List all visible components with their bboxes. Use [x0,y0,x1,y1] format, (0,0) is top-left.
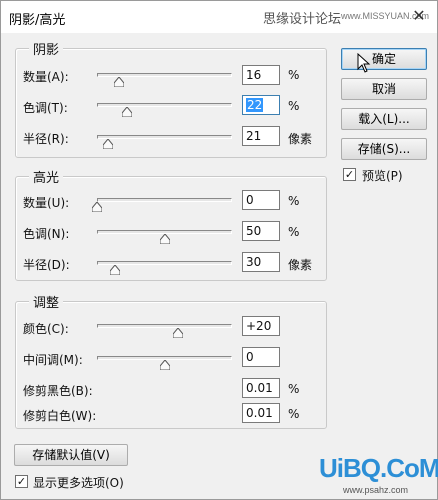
more-options-checkbox[interactable]: ✓ [15,475,28,488]
shadows-group-title: 阴影 [29,39,64,58]
highlights-amount-unit: % [288,194,300,208]
adjustments-group-title: 调整 [29,292,64,311]
black-clip-input[interactable]: 0.01 [242,378,280,398]
shadows-radius-label: 半径(R): [23,132,69,146]
shadows-amount-unit: % [288,68,300,82]
dialog-title: 阴影/高光 [9,13,66,28]
shadows-tone-label: 色调(T): [23,101,68,115]
color-slider[interactable] [97,324,232,328]
black-clip-unit: % [288,382,300,396]
cancel-button[interactable]: 取消 [341,78,427,100]
shadows-radius-unit: 像素 [288,132,313,146]
white-clip-label: 修剪白色(W): [23,409,97,423]
highlights-amount-slider-thumb[interactable] [92,202,102,212]
color-label: 颜色(C): [23,322,69,336]
highlights-radius-input[interactable]: 30 [242,252,280,272]
highlights-tone-input[interactable]: 50 [242,221,280,241]
shadows-highlights-dialog: 阴影/高光 思缘设计论坛 www.MISSYUAN.com ✕ 阴影 数量(A)… [0,0,438,500]
shadows-radius-slider-thumb[interactable] [102,139,113,149]
preview-label: 预览(P) [362,169,403,183]
highlights-amount-slider[interactable] [97,198,232,202]
highlights-amount-input[interactable]: 0 [242,190,280,210]
black-clip-label: 修剪黑色(B): [23,384,93,398]
highlights-amount-label: 数量(U): [23,196,70,210]
color-input[interactable]: +20 [242,316,280,336]
midtone-label: 中间调(M): [23,353,83,367]
ok-button[interactable]: 确定 [341,48,427,70]
shadows-amount-input[interactable]: 16 [242,65,280,85]
shadows-radius-slider[interactable] [97,135,232,139]
white-clip-input[interactable]: 0.01 [242,403,280,423]
shadows-tone-slider[interactable] [97,103,232,107]
mouse-cursor-icon [357,53,371,73]
shadows-tone-input[interactable]: 22 [242,95,280,115]
watermark-text: 思缘设计论坛 [263,12,342,27]
shadows-tone-slider-thumb[interactable] [121,107,132,117]
logo-text: UiBQ.CoM [319,453,438,483]
more-options-label: 显示更多选项(O) [33,476,124,490]
save-defaults-button[interactable]: 存储默认值(V) [14,444,128,466]
shadows-radius-input[interactable]: 21 [242,126,280,146]
site-logo: UiBQ.CoM www.psahz.com [319,453,438,499]
white-clip-unit: % [288,407,300,421]
shadows-amount-slider-thumb[interactable] [113,77,124,87]
color-slider-thumb[interactable] [173,328,183,338]
highlights-tone-slider-thumb[interactable] [159,234,170,244]
midtone-slider-thumb[interactable] [159,360,170,370]
preview-checkbox[interactable]: ✓ [343,168,356,181]
title-bar: 阴影/高光 思缘设计论坛 www.MISSYUAN.com ✕ [1,1,437,33]
load-button[interactable]: 载入(L)... [341,108,427,130]
shadows-amount-label: 数量(A): [23,70,69,84]
highlights-radius-unit: 像素 [288,258,313,272]
highlights-radius-label: 半径(D): [23,258,70,272]
save-button[interactable]: 存储(S)... [341,138,427,160]
highlights-tone-unit: % [288,225,300,239]
highlights-group-title: 高光 [29,167,64,186]
logo-url: www.psahz.com [343,485,409,495]
highlights-radius-slider-thumb[interactable] [109,265,120,275]
midtone-input[interactable]: 0 [242,347,280,367]
highlights-tone-label: 色调(N): [23,227,70,241]
shadows-tone-unit: % [288,99,300,113]
close-icon[interactable]: ✕ [407,6,431,26]
